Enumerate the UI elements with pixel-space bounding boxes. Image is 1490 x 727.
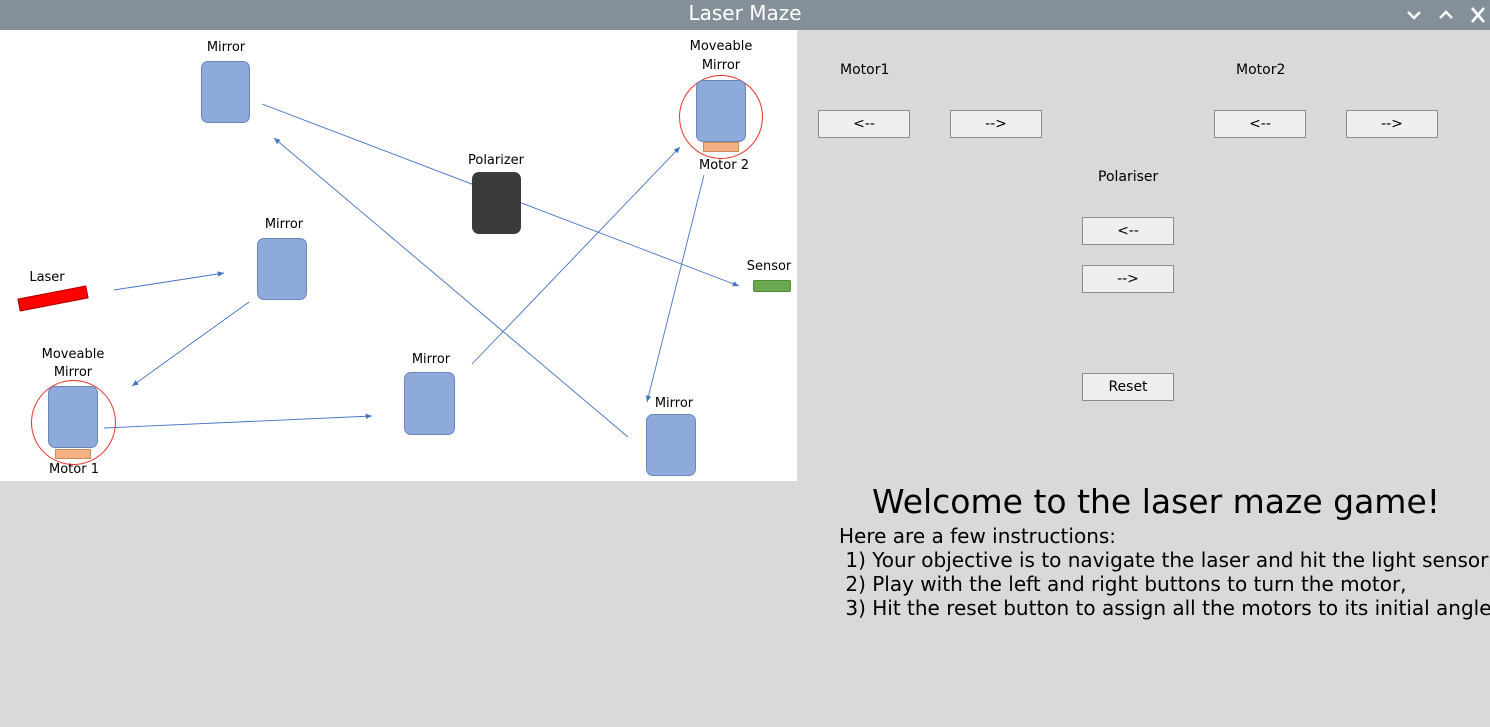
moveable-mirror-label: Mirror	[701, 58, 741, 73]
mirror-label: Mirror	[411, 352, 451, 367]
beam-segment	[113, 271, 225, 291]
beam-segment	[645, 174, 705, 403]
beam-segment	[131, 301, 250, 387]
polariser-right-button[interactable]: -->	[1082, 265, 1174, 293]
motor-1-label: Motor 1	[49, 462, 99, 477]
motor1-left-button[interactable]: <--	[818, 110, 910, 138]
motor2-left-button[interactable]: <--	[1214, 110, 1306, 138]
motor2-right-button[interactable]: -->	[1346, 110, 1438, 138]
moveable-mirror-label: Moveable	[41, 347, 105, 362]
welcome-heading: Welcome to the laser maze game!	[872, 482, 1440, 521]
beam-segment	[103, 413, 373, 429]
title-bar: Laser Maze	[0, 0, 1490, 30]
moveable-mirror-2	[696, 80, 746, 142]
mirror-label: Mirror	[264, 217, 304, 232]
light-sensor	[753, 280, 791, 292]
laser-label: Laser	[29, 270, 65, 285]
motor-2-block	[703, 142, 739, 152]
polarizer	[472, 172, 521, 234]
reset-button[interactable]: Reset	[1082, 373, 1174, 401]
motor2-label: Motor2	[1236, 62, 1286, 78]
close-button[interactable]	[1465, 2, 1490, 28]
moveable-mirror-label: Moveable	[689, 39, 753, 54]
close-icon	[1471, 7, 1485, 23]
polarizer-label: Polarizer	[467, 153, 525, 168]
motor1-label: Motor1	[840, 62, 890, 78]
maze-diagram: Mirror Mirror Polarizer Moveable Mirror …	[0, 30, 797, 481]
chevron-down-icon	[1407, 11, 1421, 20]
window-title: Laser Maze	[688, 1, 802, 25]
instruction-step: 1) Your objective is to navigate the las…	[839, 548, 1490, 572]
maximize-button[interactable]	[1433, 2, 1459, 28]
mirror	[404, 372, 455, 435]
polariser-label: Polariser	[1098, 169, 1159, 185]
mirror	[257, 238, 307, 300]
motor-2-label: Motor 2	[699, 158, 749, 173]
motor-1-block	[55, 449, 91, 459]
moveable-mirror-1	[48, 386, 98, 448]
motor1-right-button[interactable]: -->	[950, 110, 1042, 138]
mirror-label: Mirror	[654, 396, 694, 411]
instructions-intro: Here are a few instructions:	[839, 524, 1117, 548]
instruction-step: 3) Hit the reset button to assign all th…	[839, 596, 1490, 620]
minimize-button[interactable]	[1401, 2, 1427, 28]
mirror	[646, 414, 696, 476]
sensor-label: Sensor	[746, 259, 792, 274]
mirror-label: Mirror	[206, 40, 246, 55]
polariser-left-button[interactable]: <--	[1082, 217, 1174, 245]
mirror	[201, 61, 250, 123]
instruction-step: 2) Play with the left and right buttons …	[839, 572, 1407, 596]
chevron-up-icon	[1439, 10, 1453, 19]
